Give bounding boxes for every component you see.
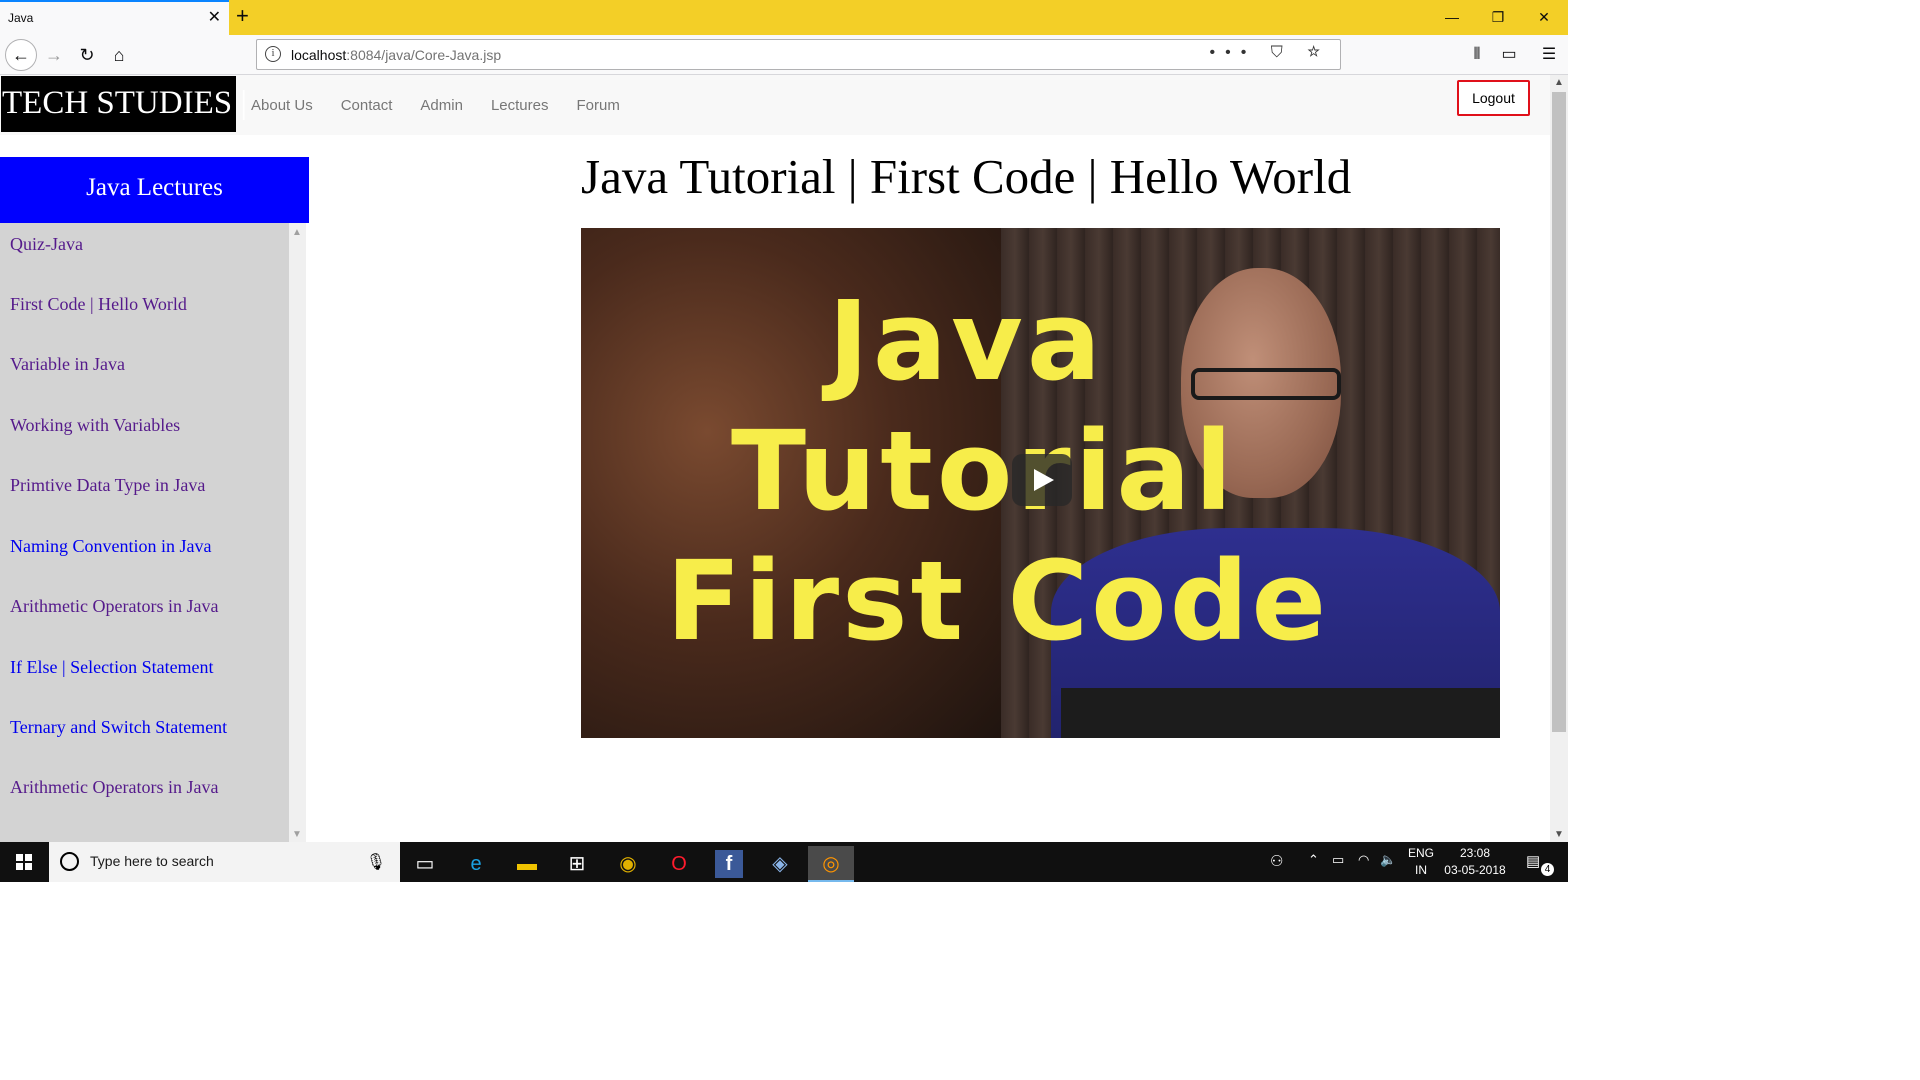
back-arrow-icon[interactable]: ← (5, 39, 37, 71)
notifications-icon[interactable]: ▤ (1526, 852, 1540, 892)
microphone-icon[interactable]: 🎙 (366, 852, 386, 872)
windows-logo-icon (16, 854, 32, 870)
restore-button[interactable]: ❐ (1486, 6, 1510, 28)
nav-contact[interactable]: Contact (341, 97, 393, 114)
sidebar-toggle-icon[interactable]: ▭ (1495, 41, 1523, 69)
notification-count-badge: 4 (1541, 863, 1554, 876)
tab-title: Java (8, 11, 34, 25)
cortana-icon (60, 852, 79, 871)
sidebar-heading: Java Lectures (0, 157, 309, 223)
video-thumbnail-text: First Code (666, 537, 1330, 665)
browser-tab[interactable]: Java ✕ (0, 0, 229, 35)
task-view-icon[interactable]: ▭ (402, 846, 448, 882)
page-title: Java Tutorial | First Code | Hello World (581, 149, 1352, 204)
url-bar[interactable]: i localhost:8084/java/Core-Java.jsp ••• … (256, 39, 1341, 70)
minimize-button[interactable]: — (1440, 6, 1464, 28)
clock-time: 23:08 (1459, 846, 1491, 860)
site-nav: About Us Contact Admin Lectures Forum (251, 97, 648, 114)
home-icon[interactable]: ⌂ (105, 41, 133, 69)
close-tab-icon[interactable]: ✕ (208, 8, 221, 28)
laptop (1061, 688, 1500, 738)
lecture-link[interactable]: Arithmetic Operators in Java (10, 777, 218, 798)
site-logo[interactable]: TECH STUDIES | (1, 76, 247, 132)
lecture-link[interactable]: Arithmetic Operators in Java (10, 596, 218, 617)
store-icon[interactable]: ⊞ (554, 846, 600, 882)
nav-admin[interactable]: Admin (420, 97, 463, 114)
menu-icon[interactable]: ☰ (1535, 41, 1563, 69)
lecture-list-scrollbar[interactable]: ▲ ▼ (289, 223, 306, 842)
play-icon[interactable] (1012, 454, 1072, 506)
lang-code: ENG (1407, 846, 1434, 860)
scroll-down-icon[interactable]: ▼ (1554, 829, 1564, 840)
lecture-list: Quiz-Java First Code | Hello World Varia… (0, 223, 289, 842)
region-code: IN (1415, 863, 1427, 877)
scroll-thumb[interactable] (1552, 92, 1566, 732)
wifi-icon[interactable]: ◠ (1358, 852, 1369, 892)
site-header: TECH STUDIES | About Us Contact Admin Le… (0, 75, 1550, 135)
scroll-up-icon[interactable]: ▲ (292, 227, 302, 238)
video-thumbnail-text: Java (828, 277, 1106, 405)
show-hidden-icons[interactable]: ⌃ (1308, 852, 1319, 892)
lecture-link[interactable]: First Code | Hello World (10, 294, 187, 315)
lecture-link[interactable]: Primtive Data Type in Java (10, 475, 205, 496)
battery-icon[interactable]: ▭ (1332, 852, 1344, 892)
lecture-link[interactable]: Quiz-Java (10, 234, 83, 255)
facebook-icon[interactable]: f (715, 850, 743, 878)
nav-forum[interactable]: Forum (576, 97, 619, 114)
presenter-glasses (1191, 368, 1341, 400)
chrome-icon[interactable]: ◉ (605, 846, 651, 882)
system-clock[interactable]: 23:08 03-05-2018 (1440, 845, 1510, 879)
reload-icon[interactable]: ↻ (73, 41, 101, 69)
file-explorer-icon[interactable]: ▬ (504, 846, 550, 882)
url-action-icons[interactable]: ••• ⛉ ☆ (1210, 44, 1331, 62)
nav-about-us[interactable]: About Us (251, 97, 313, 114)
scroll-down-icon[interactable]: ▼ (292, 829, 302, 840)
video-thumbnail-text: Tutorial (731, 407, 1237, 535)
clock-date: 03-05-2018 (1444, 863, 1506, 877)
volume-icon[interactable]: 🔈 (1380, 852, 1396, 892)
browser-tab-strip: Java ✕ + — ❐ ✕ (0, 0, 1568, 35)
virtualbox-icon[interactable]: ◈ (757, 846, 803, 882)
opera-icon[interactable]: O (656, 846, 702, 882)
taskbar-search[interactable]: Type here to search 🎙 (49, 842, 400, 882)
page-scrollbar[interactable]: ▲ ▼ (1550, 75, 1568, 842)
windows-taskbar: Type here to search 🎙 ▭ e ▬ ⊞ ◉ O f ◈ ◎ … (0, 842, 1568, 882)
start-button[interactable] (0, 842, 49, 882)
nav-lectures[interactable]: Lectures (491, 97, 549, 114)
forward-arrow-icon[interactable]: → (40, 41, 68, 69)
lecture-link[interactable]: Variable in Java (10, 354, 125, 375)
lecture-link[interactable]: Working with Variables (10, 415, 180, 436)
people-icon[interactable]: ⚇ (1270, 852, 1283, 892)
logout-button[interactable]: Logout (1457, 80, 1530, 116)
new-tab-button[interactable]: + (236, 4, 249, 28)
scroll-up-icon[interactable]: ▲ (1554, 77, 1564, 88)
input-language[interactable]: ENG IN (1406, 845, 1436, 879)
browser-nav-bar: ← → ↻ ⌂ i localhost:8084/java/Core-Java.… (0, 35, 1568, 75)
edge-browser-icon[interactable]: e (453, 846, 499, 882)
lecture-link[interactable]: Ternary and Switch Statement (10, 717, 227, 738)
lecture-link[interactable]: If Else | Selection Statement (10, 657, 214, 678)
firefox-icon[interactable]: ◎ (808, 846, 854, 882)
search-placeholder: Type here to search (90, 853, 214, 869)
lecture-link[interactable]: Naming Convention in Java (10, 536, 211, 557)
url-text[interactable]: localhost:8084/java/Core-Java.jsp (291, 47, 501, 63)
close-window-button[interactable]: ✕ (1532, 6, 1556, 28)
video-player[interactable]: Java Tutorial First Code (581, 228, 1500, 738)
library-icon[interactable]: ⫴ (1463, 41, 1491, 69)
site-info-icon[interactable]: i (265, 46, 281, 62)
